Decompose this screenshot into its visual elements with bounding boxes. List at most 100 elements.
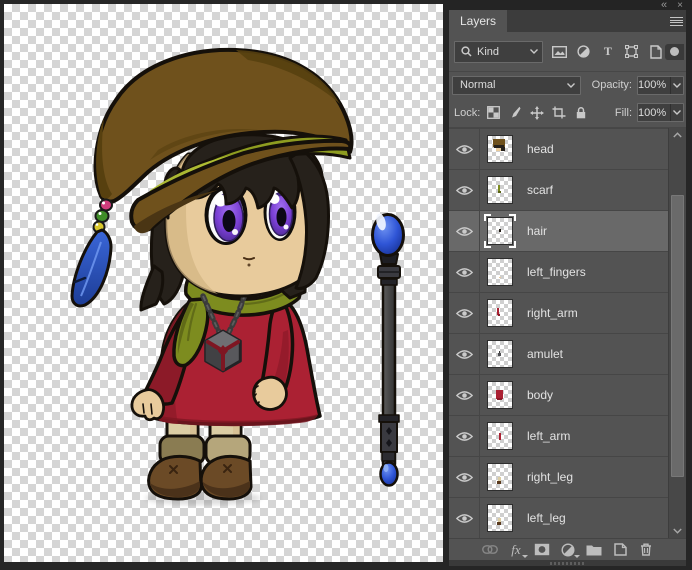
visibility-toggle[interactable] <box>449 211 480 251</box>
thumbnail-art <box>488 341 512 367</box>
lock-pixels-brush-icon[interactable] <box>508 106 522 119</box>
layer-name-label: left_arm <box>527 429 571 443</box>
layer-row-amulet[interactable]: amulet <box>449 334 668 375</box>
layer-thumbnail[interactable] <box>487 381 513 409</box>
layer-thumbnail[interactable] <box>487 299 513 327</box>
eye-icon <box>455 513 473 523</box>
visibility-toggle[interactable] <box>449 252 480 292</box>
layers-bottom-toolbar: fx <box>449 538 686 560</box>
layer-row-left_fingers[interactable]: left_fingers <box>449 252 668 293</box>
layer-thumbnail[interactable] <box>484 214 516 248</box>
visibility-toggle[interactable] <box>449 416 480 456</box>
adjustment-layer-filter-icon[interactable] <box>576 45 591 59</box>
canvas[interactable] <box>4 4 443 562</box>
fill-field[interactable]: 100% <box>637 103 684 122</box>
layer-list-scrollbar[interactable] <box>668 128 686 538</box>
tab-layers[interactable]: Layers <box>449 10 508 32</box>
eye-icon <box>455 144 473 154</box>
new-layer-icon[interactable] <box>612 542 628 558</box>
layer-row-head[interactable]: head <box>449 129 668 170</box>
scroll-down-icon[interactable] <box>669 524 686 538</box>
chevron-down-icon <box>530 49 539 54</box>
close-panel-icon[interactable]: × <box>677 0 683 10</box>
thumbnail-art <box>488 464 512 490</box>
staff <box>371 213 405 487</box>
layer-row-right_arm[interactable]: right_arm <box>449 293 668 334</box>
lock-position-move-icon[interactable] <box>530 105 545 120</box>
smart-object-filter-icon[interactable] <box>648 44 663 59</box>
lock-all-icon[interactable] <box>574 106 588 119</box>
layer-row-body[interactable]: body <box>449 375 668 416</box>
thumbnail-art <box>488 423 512 449</box>
delete-layer-trash-icon[interactable] <box>638 542 654 558</box>
visibility-toggle[interactable] <box>449 170 480 210</box>
shape-layer-filter-icon[interactable] <box>624 45 639 59</box>
thumbnail-art <box>488 300 512 326</box>
fill-value: 100% <box>638 106 667 119</box>
add-layer-mask-icon[interactable] <box>534 542 550 558</box>
layer-name-label: left_leg <box>527 511 566 525</box>
layer-row-scarf[interactable]: scarf <box>449 170 668 211</box>
scrollbar-thumb[interactable] <box>671 195 684 477</box>
thumbnail-art <box>488 259 512 285</box>
opacity-field[interactable]: 100% <box>637 75 684 95</box>
kind-label: Kind <box>477 45 500 58</box>
layer-list: head scarf hair left_fingers right_arm a… <box>449 128 668 539</box>
layer-style-fx-icon[interactable]: fx <box>508 542 528 558</box>
layer-thumbnail[interactable] <box>487 135 513 163</box>
photoshop-window: « × Layers Kind T Normal Opacity: 100% L… <box>0 0 692 570</box>
feather <box>70 228 113 308</box>
layer-name-label: left_fingers <box>527 265 586 279</box>
visibility-toggle[interactable] <box>449 334 480 374</box>
opacity-value: 100% <box>638 79 667 91</box>
visibility-toggle[interactable] <box>449 375 480 415</box>
type-layer-filter-icon[interactable]: T <box>600 44 615 59</box>
layer-thumbnail[interactable] <box>487 258 513 286</box>
layer-name-label: body <box>527 388 554 402</box>
layer-row-right_leg[interactable]: right_leg <box>449 457 668 498</box>
link-layers-icon[interactable] <box>482 542 498 558</box>
fill-label: Fill: <box>614 106 632 119</box>
visibility-toggle[interactable] <box>449 457 480 497</box>
chevron-down-icon <box>673 110 682 115</box>
layer-name-label: scarf <box>527 183 554 197</box>
layers-tab-label: Layers <box>460 14 497 28</box>
panel-resize-grip[interactable] <box>449 560 686 566</box>
visibility-toggle[interactable] <box>449 498 480 538</box>
pixel-layer-filter-icon[interactable] <box>552 45 568 59</box>
blend-mode-dropdown[interactable]: Normal <box>452 75 581 95</box>
layer-row-left_arm[interactable]: left_arm <box>449 416 668 457</box>
visibility-toggle[interactable] <box>449 293 480 333</box>
layer-thumbnail[interactable] <box>487 463 513 491</box>
eye-icon <box>455 267 473 277</box>
layer-thumbnail[interactable] <box>487 340 513 368</box>
layer-thumbnail[interactable] <box>487 176 513 204</box>
eye-icon <box>455 390 473 400</box>
new-adjustment-layer-icon[interactable] <box>560 542 580 558</box>
layer-name-label: right_arm <box>527 306 578 320</box>
kind-filter-dropdown[interactable]: Kind <box>454 40 544 63</box>
layer-thumbnail[interactable] <box>487 504 513 532</box>
layer-row-left_leg[interactable]: left_leg <box>449 498 668 539</box>
new-group-folder-icon[interactable] <box>586 542 602 558</box>
scroll-up-icon[interactable] <box>669 128 686 142</box>
collapse-panel-icon[interactable]: « <box>661 0 667 10</box>
layer-name-label: head <box>527 142 554 156</box>
filter-toggle[interactable] <box>665 43 684 60</box>
visibility-toggle[interactable] <box>449 129 480 169</box>
eye-icon <box>455 472 473 482</box>
chevron-down-icon <box>673 82 682 88</box>
thumbnail-selection-corners <box>484 214 516 248</box>
layer-row-hair[interactable]: hair <box>449 211 668 252</box>
lock-artboard-icon[interactable] <box>552 106 566 119</box>
lock-transparency-icon[interactable] <box>486 106 500 119</box>
thumbnail-art <box>488 177 512 203</box>
character-artwork <box>70 47 405 505</box>
layers-panel: Layers Kind T Normal Opacity: 100% Lock:… <box>449 10 686 566</box>
layer-thumbnail[interactable] <box>487 422 513 450</box>
panel-tabbar: Layers <box>449 10 686 32</box>
layer-name-label: amulet <box>527 347 564 361</box>
eye-icon <box>455 185 473 195</box>
layer-name-label: right_leg <box>527 470 574 484</box>
panel-menu-icon[interactable] <box>670 17 683 26</box>
